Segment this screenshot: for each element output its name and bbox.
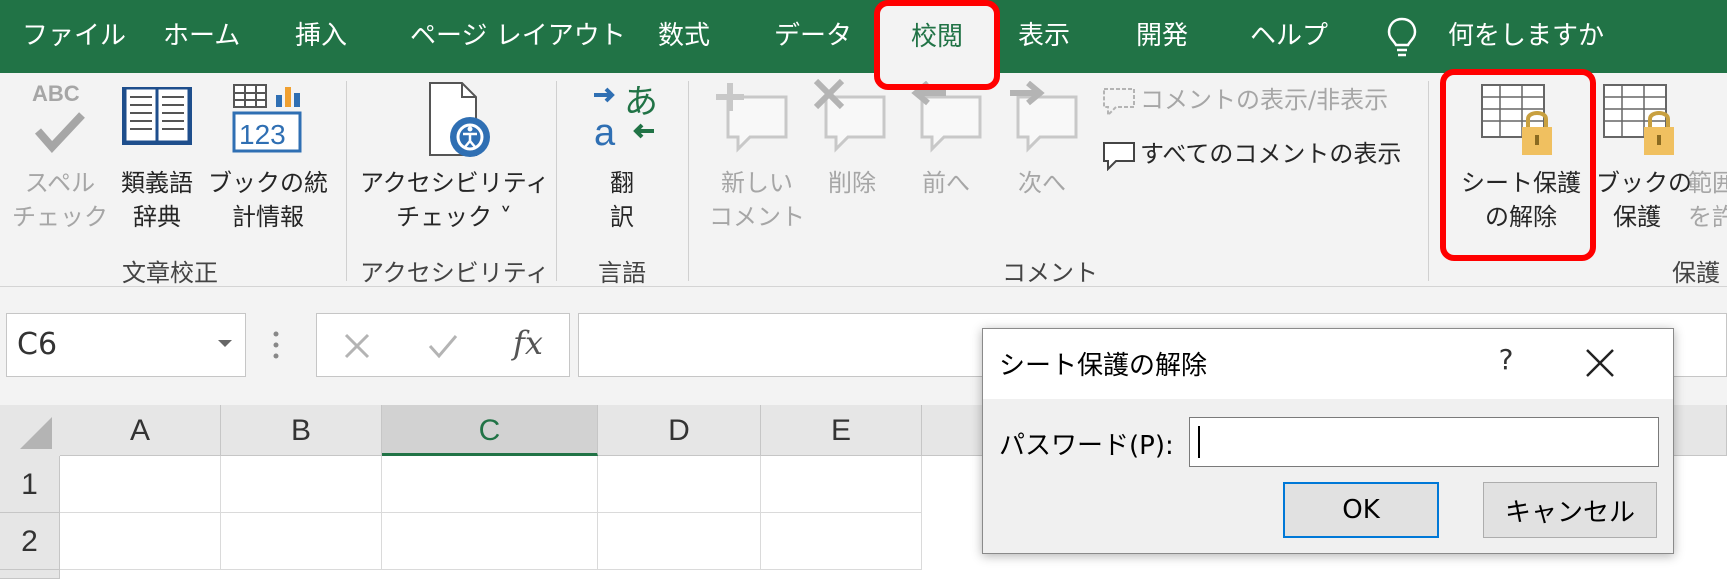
protect-workbook-label-2: 保護 xyxy=(1613,203,1661,231)
insert-function-icon[interactable]: fx xyxy=(513,324,543,362)
new-comment-icon xyxy=(716,83,788,153)
tab-file[interactable]: ファイル xyxy=(22,0,126,73)
accessibility-icon xyxy=(429,82,490,157)
book-icon xyxy=(122,87,192,145)
show-hide-comment-label: コメントの表示/非表示 xyxy=(1140,86,1389,114)
column-header-b[interactable]: B xyxy=(221,405,382,456)
select-all-corner[interactable] xyxy=(0,405,60,456)
column-header-d[interactable]: D xyxy=(598,405,761,456)
cell[interactable] xyxy=(761,456,922,513)
tab-home[interactable]: ホーム xyxy=(163,0,240,73)
unprotect-sheet-dialog: シート保護の解除 ? パスワード(P): OK キャンセル xyxy=(982,328,1674,554)
cancel-icon[interactable] xyxy=(343,332,371,360)
cell[interactable] xyxy=(382,513,598,570)
allow-edit-ranges-label-1: 範囲 xyxy=(1688,169,1727,197)
thesaurus-label-1: 類義語 xyxy=(121,169,193,197)
highlight-review-tab xyxy=(874,0,1000,90)
group-separator xyxy=(346,81,347,281)
name-box[interactable]: C6 xyxy=(6,313,246,377)
translate-icon: あ a xyxy=(594,83,658,149)
highlight-unprotect-sheet xyxy=(1440,69,1596,261)
protect-workbook-label-1: ブックの xyxy=(1596,169,1692,197)
column-header-c[interactable]: C xyxy=(382,405,598,456)
checkmark-icon xyxy=(34,112,85,153)
cell[interactable] xyxy=(598,513,761,570)
cell[interactable] xyxy=(221,456,382,513)
cell[interactable] xyxy=(761,513,922,570)
password-label: パスワード(P): xyxy=(999,431,1174,461)
comment-icon xyxy=(1103,88,1135,117)
statistics-label-2: 計情報 xyxy=(232,203,304,231)
group-separator xyxy=(556,81,557,281)
group-separator xyxy=(688,81,689,281)
cell[interactable] xyxy=(598,456,761,513)
statistics-icon-text: 123 xyxy=(239,119,286,150)
tab-data[interactable]: データ xyxy=(774,0,852,73)
group-separator xyxy=(1428,81,1429,281)
tab-developer[interactable]: 開発 xyxy=(1136,0,1188,73)
next-comment-label: 次へ xyxy=(1018,169,1066,197)
new-comment-label-2: コメント xyxy=(709,203,805,231)
spelling-label-2: チェック xyxy=(12,203,108,231)
group-label-protect: 保護 xyxy=(1672,259,1720,287)
cell[interactable] xyxy=(382,456,598,513)
svg-text:あ: あ xyxy=(624,83,658,122)
close-icon[interactable] xyxy=(1583,346,1617,380)
svg-text:a: a xyxy=(594,112,616,149)
thesaurus-label-2: 辞典 xyxy=(133,203,181,231)
password-input[interactable] xyxy=(1189,417,1659,467)
enter-check-icon[interactable] xyxy=(427,332,459,360)
tab-help[interactable]: ヘルプ xyxy=(1250,0,1328,73)
previous-comment-icon xyxy=(911,81,982,153)
cell[interactable] xyxy=(60,513,221,570)
group-label-comments: コメント xyxy=(1002,259,1098,287)
chevron-down-icon[interactable] xyxy=(218,340,232,347)
cancel-button[interactable]: キャンセル xyxy=(1483,482,1657,538)
group-label-proofing: 文章校正 xyxy=(122,259,218,287)
row-header-3 xyxy=(0,570,60,579)
tab-formulas[interactable]: 数式 xyxy=(658,0,710,73)
text-caret xyxy=(1198,426,1200,458)
menu-bar: ファイル ホーム 挿入 ページ レイアウト 数式 データ 校閲 表示 開発 ヘル… xyxy=(0,0,1727,73)
group-label-language: 言語 xyxy=(598,259,646,287)
accessibility-label-1: アクセシビリティ xyxy=(360,169,550,197)
protect-workbook-icon xyxy=(1603,84,1674,155)
group-label-accessibility: アクセシビリティ xyxy=(360,259,550,287)
column-header-e[interactable]: E xyxy=(761,405,922,456)
lightbulb-icon[interactable] xyxy=(1385,16,1419,58)
tab-insert[interactable]: 挿入 xyxy=(295,0,347,73)
translate-label-1: 翻 xyxy=(610,169,634,197)
cell[interactable] xyxy=(60,456,221,513)
next-comment-icon xyxy=(1010,81,1078,153)
row-header-2[interactable]: 2 xyxy=(0,513,60,570)
formula-buttons: fx xyxy=(316,313,570,377)
column-header-a[interactable]: A xyxy=(60,405,221,456)
tell-me-search[interactable]: 何をしますか xyxy=(1448,0,1604,73)
accessibility-label-2: チェック ˅ xyxy=(396,203,512,231)
row-header-1[interactable]: 1 xyxy=(0,456,60,513)
drag-handle-icon[interactable] xyxy=(273,330,279,360)
spelling-icon-text: ABC xyxy=(32,81,80,106)
ok-button[interactable]: OK xyxy=(1283,482,1439,538)
tab-view[interactable]: 表示 xyxy=(1018,0,1070,73)
dialog-titlebar[interactable]: シート保護の解除 ? xyxy=(983,329,1673,399)
comment-icon xyxy=(1103,142,1135,171)
delete-comment-icon xyxy=(814,79,886,153)
help-button[interactable]: ? xyxy=(1491,343,1521,376)
delete-comment-label: 削除 xyxy=(828,169,876,197)
statistics-label-1: ブックの統 xyxy=(208,169,328,197)
spelling-label-1: スペル xyxy=(24,169,96,197)
tab-page-layout[interactable]: ページ レイアウト xyxy=(410,0,626,73)
allow-edit-ranges-label-2: を許 xyxy=(1688,203,1727,231)
new-comment-label-1: 新しい xyxy=(721,169,793,197)
show-all-comments-label: すべてのコメントの表示 xyxy=(1140,140,1402,168)
cell[interactable] xyxy=(221,513,382,570)
previous-comment-label: 前へ xyxy=(922,169,970,197)
dialog-title: シート保護の解除 xyxy=(999,351,1208,381)
translate-label-2: 訳 xyxy=(610,203,634,231)
